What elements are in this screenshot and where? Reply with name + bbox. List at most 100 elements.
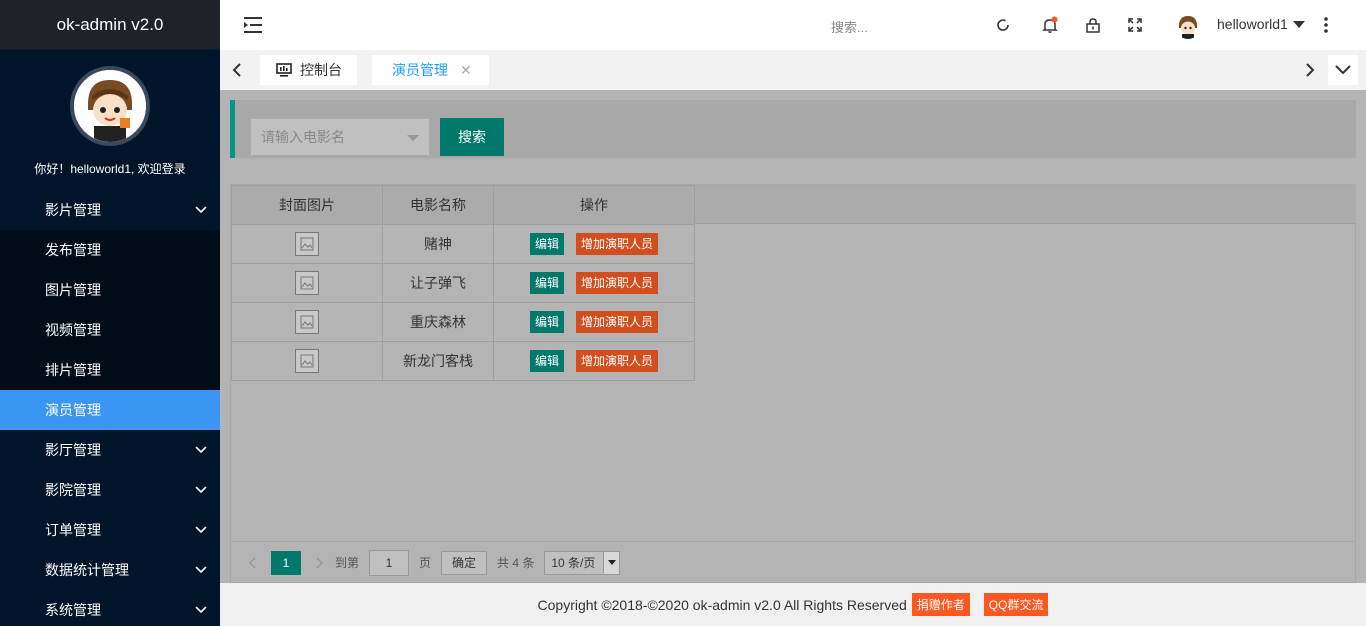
more-vertical-icon[interactable] [1324, 17, 1328, 33]
edit-button[interactable]: 编辑 [529, 233, 564, 255]
main-content: 请输入电影名 搜索 封面图片 电影名称 操作 赌神 编辑 增加演职人员 让子弹飞… [220, 90, 1366, 583]
tab-scroll-right-icon[interactable] [1295, 50, 1325, 90]
sidebar-item-actors[interactable]: 演员管理 [0, 390, 220, 430]
chevron-down-icon [194, 563, 208, 577]
sidebar-item-halls[interactable]: 影厅管理 [0, 430, 220, 470]
edit-button[interactable]: 编辑 [529, 272, 564, 294]
top-header: 搜索... helloworld1 [220, 0, 1366, 50]
app-logo[interactable]: ok-admin v2.0 [0, 0, 220, 50]
sidebar-item-publish[interactable]: 发布管理 [0, 230, 220, 270]
sidebar-item-statistics[interactable]: 数据统计管理 [0, 550, 220, 590]
sidebar-item-images[interactable]: 图片管理 [0, 270, 220, 310]
search-button[interactable]: 搜索 [440, 118, 504, 156]
image-placeholder-icon[interactable] [295, 271, 319, 295]
fullscreen-icon[interactable] [1125, 15, 1145, 35]
sidebar-item-film[interactable]: 影片管理 [0, 190, 220, 230]
sidebar-item-orders[interactable]: 订单管理 [0, 510, 220, 550]
edit-button[interactable]: 编辑 [529, 350, 564, 372]
sidebar-item-label: 影厅管理 [45, 442, 101, 458]
tab-label: 演员管理 [392, 62, 448, 78]
chevron-down-icon [194, 443, 208, 457]
tab-console[interactable]: 控制台 [260, 55, 357, 85]
image-placeholder-icon[interactable] [295, 310, 319, 334]
avatar[interactable] [70, 66, 150, 146]
goto-confirm-button[interactable]: 确定 [441, 550, 488, 575]
refresh-icon[interactable] [993, 15, 1013, 35]
image-placeholder-icon[interactable] [295, 349, 319, 373]
sidebar-item-label: 数据统计管理 [45, 562, 129, 578]
add-cast-button[interactable]: 增加演职人员 [576, 350, 659, 372]
movie-select[interactable]: 请输入电影名 [250, 118, 430, 156]
page-label: 页 [419, 556, 432, 570]
page-size-select[interactable]: 10 条/页 [544, 550, 621, 575]
chevron-down-icon [194, 483, 208, 497]
chevron-down-icon [194, 523, 208, 537]
goto-page-input[interactable]: 1 [369, 549, 410, 576]
column-header: 封面图片 [231, 185, 383, 225]
sidebar-item-label: 发布管理 [45, 242, 101, 258]
welcome-text: 你好！helloworld1, 欢迎登录 [34, 162, 186, 176]
table-header-fill [694, 185, 1356, 224]
edit-button[interactable]: 编辑 [529, 311, 564, 333]
dropdown-arrow-icon [603, 551, 620, 574]
header-username[interactable]: helloworld1 [1217, 16, 1288, 32]
table-row: 重庆森林 编辑 增加演职人员 [231, 302, 695, 342]
search-panel: 请输入电影名 搜索 [230, 100, 1356, 158]
dropdown-triangle-icon [407, 135, 419, 141]
monitor-icon [276, 63, 292, 77]
donate-link[interactable]: 捐赠作者 [911, 593, 970, 616]
table-row: 新龙门客栈 编辑 增加演职人员 [231, 341, 695, 381]
copyright-text: Copyright ©2018-©2020 ok-admin v2.0 All … [537, 596, 907, 613]
column-header: 操作 [493, 185, 695, 225]
table-row: 赌神 编辑 增加演职人员 [231, 224, 695, 264]
next-page-icon[interactable] [305, 551, 335, 575]
sidebar-item-videos[interactable]: 视频管理 [0, 310, 220, 350]
add-cast-button[interactable]: 增加演职人员 [576, 272, 659, 294]
tab-actors[interactable]: 演员管理 ✕ [372, 55, 489, 85]
goto-label: 到第 [335, 556, 360, 570]
sidebar-item-label: 系统管理 [45, 602, 101, 618]
sidebar-item-label: 演员管理 [45, 402, 101, 418]
sidebar-item-cinemas[interactable]: 影院管理 [0, 470, 220, 510]
sidebar-item-schedule[interactable]: 排片管理 [0, 350, 220, 390]
close-icon[interactable]: ✕ [460, 62, 472, 79]
add-cast-button[interactable]: 增加演职人员 [576, 311, 659, 333]
movie-name: 重庆森林 [382, 302, 494, 342]
header-search-input[interactable]: 搜索... [831, 17, 868, 36]
column-header: 电影名称 [382, 185, 494, 225]
sidebar-item-label: 图片管理 [45, 282, 101, 298]
sidebar-item-label: 排片管理 [45, 362, 101, 378]
sidebar-item-label: 影片管理 [45, 202, 101, 218]
movie-name: 新龙门客栈 [382, 341, 494, 381]
notification-bell-icon[interactable] [1040, 15, 1060, 35]
current-page[interactable]: 1 [271, 550, 301, 575]
chevron-down-icon [194, 603, 208, 617]
sidebar-item-label: 影院管理 [45, 482, 101, 498]
sidebar-item-label: 视频管理 [45, 322, 101, 338]
movie-name: 让子弹飞 [382, 263, 494, 303]
pagination: 1 到第 1 页 确定 共 4 条 10 条/页 [231, 541, 1355, 583]
movie-select-placeholder: 请输入电影名 [261, 129, 345, 145]
page-size-value: 10 条/页 [551, 556, 596, 570]
lock-icon[interactable] [1083, 15, 1103, 35]
tabs-bar: 控制台 演员管理 ✕ [220, 50, 1366, 90]
add-cast-button[interactable]: 增加演职人员 [576, 233, 659, 255]
table-row: 让子弹飞 编辑 增加演职人员 [231, 263, 695, 303]
menu-toggle-icon[interactable] [244, 16, 264, 34]
caret-down-icon[interactable] [1293, 21, 1305, 28]
tab-scroll-left-icon[interactable] [222, 50, 252, 90]
sidebar: ok-admin v2.0 你好！helloworld1, 欢迎登录 影片管理 … [0, 0, 220, 626]
footer: Copyright ©2018-©2020 ok-admin v2.0 All … [220, 583, 1366, 626]
sidebar-item-label: 订单管理 [45, 522, 101, 538]
header-avatar[interactable] [1175, 13, 1201, 39]
image-placeholder-icon[interactable] [295, 232, 319, 256]
total-count: 共 4 条 [497, 556, 535, 570]
chevron-up-icon [194, 203, 208, 217]
sidebar-item-system[interactable]: 系统管理 [0, 590, 220, 626]
sidebar-user-box: 你好！helloworld1, 欢迎登录 [0, 50, 220, 190]
tab-label: 控制台 [300, 62, 342, 78]
movie-name: 赌神 [382, 224, 494, 264]
qq-group-link[interactable]: QQ群交流 [983, 593, 1049, 616]
tab-options-chevron-icon[interactable] [1328, 55, 1358, 85]
prev-page-icon[interactable] [237, 551, 267, 575]
